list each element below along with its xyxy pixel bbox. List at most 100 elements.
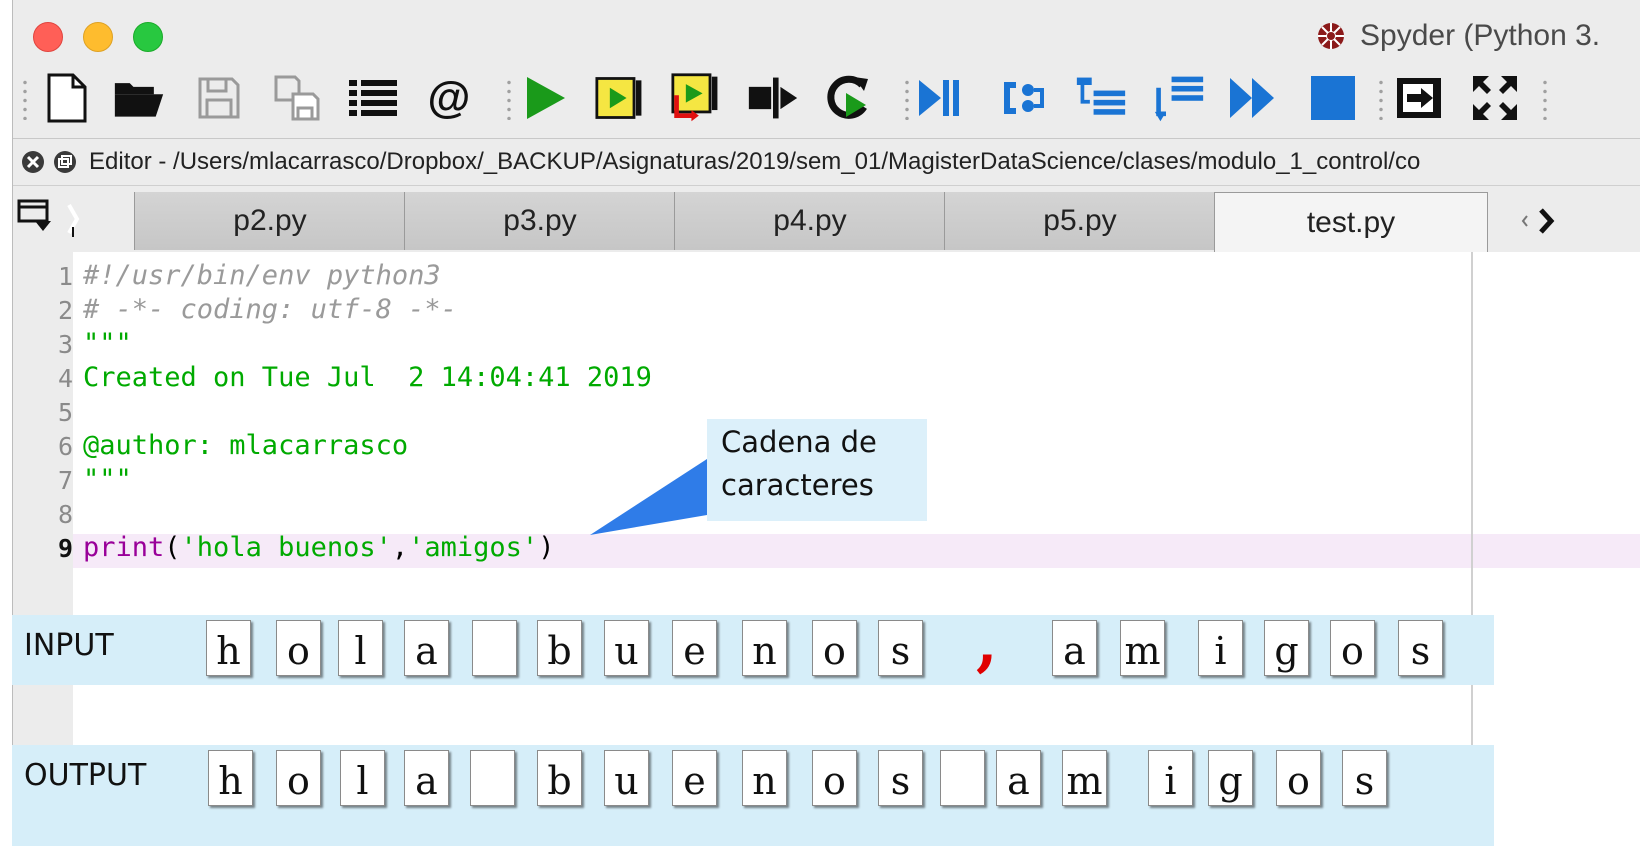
char-cell: o [276, 750, 321, 806]
toolbar-separator [1379, 78, 1383, 120]
minimize-window-button[interactable] [83, 22, 113, 52]
char-cell: n [742, 620, 787, 676]
rerun-button[interactable] [823, 72, 875, 124]
save-icon [198, 77, 240, 119]
line-number: 5 [57, 398, 73, 427]
save-button[interactable] [193, 72, 245, 124]
code-line: #!/usr/bin/env python3 [83, 260, 441, 291]
toolbar-separator [23, 78, 27, 120]
debug-icon [919, 80, 959, 116]
toolbar-separator [905, 78, 909, 120]
step-return-icon [1154, 76, 1204, 122]
open-paren: ( [164, 532, 181, 563]
window-title: Spyder (Python 3. [1360, 19, 1601, 52]
char-cell: a [404, 750, 449, 806]
tab-p5[interactable]: p5.py [944, 192, 1215, 250]
step-into-button[interactable] [1075, 72, 1127, 124]
step-button[interactable] [997, 72, 1049, 124]
char-cell: a [1052, 620, 1097, 676]
browse-tabs-button[interactable] [17, 186, 135, 252]
code-line-print: print('hola buenos','amigos') [83, 532, 554, 563]
tab-scroll-buttons[interactable] [1513, 192, 1573, 250]
callout-line: Cadena de [721, 425, 877, 459]
comma-token: , [391, 532, 409, 563]
undock-pane-icon[interactable] [53, 150, 77, 174]
tab-label: test.py [1306, 206, 1396, 239]
char-cell: u [604, 620, 649, 676]
stop-icon [1311, 76, 1355, 120]
save-all-icon [274, 75, 320, 121]
app-title-group: Spyder (Python 3. [1316, 18, 1600, 54]
char-cell [472, 620, 517, 676]
toolbar-separator [507, 78, 511, 120]
char-cell: o [1330, 620, 1375, 676]
run-icon [527, 77, 565, 119]
maximize-pane-button[interactable] [1393, 72, 1445, 124]
continue-button[interactable] [1227, 72, 1279, 124]
stop-button[interactable] [1307, 72, 1359, 124]
char-cell: h [206, 620, 251, 676]
code-line: """ [83, 464, 132, 495]
line-number: 4 [57, 364, 73, 393]
run-selection-icon [748, 77, 798, 119]
save-all-button[interactable] [271, 72, 323, 124]
chevron-left-right-icon [1521, 208, 1555, 234]
toolbar: @ [13, 62, 1640, 139]
spyder-logo-icon [1318, 23, 1344, 49]
char-cell: o [812, 750, 857, 806]
step-return-button[interactable] [1153, 72, 1205, 124]
toolbar-separator [1543, 78, 1547, 120]
code-line: @author: mlacarrasco [83, 430, 409, 461]
tab-label: p4.py [773, 204, 847, 237]
char-cell: l [338, 620, 383, 676]
char-cell: g [1264, 620, 1309, 676]
run-selection-button[interactable] [747, 72, 799, 124]
run-cell-advance-button[interactable] [671, 72, 723, 124]
open-file-button[interactable] [113, 72, 165, 124]
tab-p3[interactable]: p3.py [404, 192, 675, 250]
tab-p4[interactable]: p4.py [674, 192, 945, 250]
run-cell-icon [595, 77, 642, 119]
char-cell: i [1198, 620, 1243, 676]
char-cell: e [672, 620, 717, 676]
run-button[interactable] [519, 72, 571, 124]
fullscreen-icon [1473, 76, 1517, 120]
char-cell: m [1062, 750, 1107, 806]
email-button[interactable]: @ [423, 72, 475, 124]
char-cell: b [537, 750, 582, 806]
separator-comma: , [976, 606, 998, 679]
fullscreen-button[interactable] [1469, 72, 1521, 124]
step-into-icon [1076, 77, 1126, 115]
char-cell: s [1342, 750, 1387, 806]
editor-tab-bar: p2.py p3.py p4.py p5.py test.py [13, 186, 1640, 253]
line-number: 7 [57, 466, 73, 495]
char-cell [940, 750, 985, 806]
run-cell-button[interactable] [595, 72, 647, 124]
at-icon: @ [427, 73, 471, 122]
new-file-button[interactable] [41, 72, 93, 124]
debug-button[interactable] [913, 72, 965, 124]
close-window-button[interactable] [33, 22, 63, 52]
line-number: 2 [57, 296, 73, 325]
char-cell: o [276, 620, 321, 676]
tab-label: p3.py [503, 204, 577, 237]
string-literal: 'amigos' [408, 532, 539, 563]
callout-box: Cadena de caracteres [707, 419, 927, 521]
line-number: 3 [57, 330, 73, 359]
open-folder-icon [114, 83, 164, 117]
input-label: INPUT [24, 628, 114, 663]
close-pane-icon[interactable] [21, 150, 45, 174]
char-cell: a [996, 750, 1041, 806]
char-cell: s [1398, 620, 1443, 676]
step-icon [1004, 82, 1044, 114]
list-icon [349, 80, 397, 116]
tab-test[interactable]: test.py [1214, 192, 1488, 253]
maximize-window-button[interactable] [133, 22, 163, 52]
outline-button[interactable] [347, 72, 399, 124]
tab-p2[interactable]: p2.py [134, 192, 405, 250]
char-cell: o [1276, 750, 1321, 806]
char-cell [470, 750, 515, 806]
editor-pane-header: Editor - /Users/mlacarrasco/Dropbox/_BAC… [13, 139, 1640, 186]
title-bar: Spyder (Python 3. [13, 0, 1640, 62]
char-cell: s [878, 750, 923, 806]
